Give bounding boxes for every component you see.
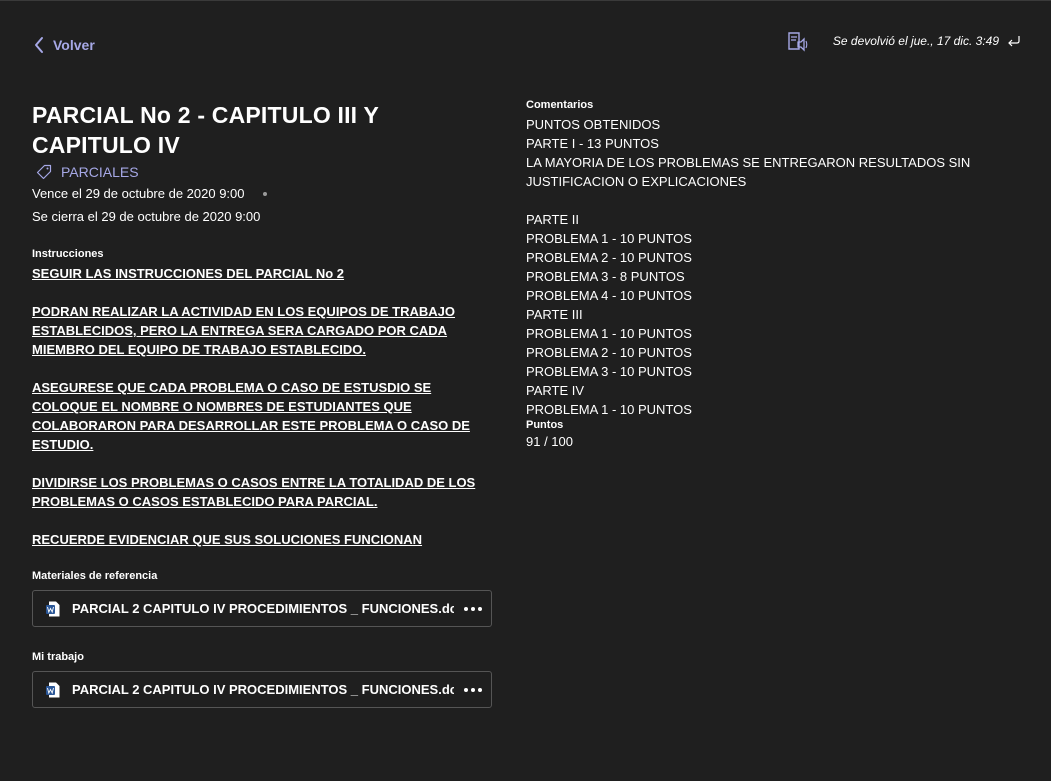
comment-line: PARTE III — [526, 307, 583, 322]
more-options-icon[interactable] — [464, 606, 482, 611]
close-date: Se cierra el 29 de octubre de 2020 9:00 — [32, 209, 261, 224]
word-doc-icon — [46, 682, 60, 697]
points-label: Puntos — [526, 419, 564, 431]
reference-materials-label: Materiales de referencia — [32, 570, 158, 582]
return-arrow-icon — [1008, 36, 1020, 47]
points-value: 91 / 100 — [526, 434, 573, 449]
category-tag: PARCIALES — [36, 164, 494, 180]
comment-line — [526, 191, 1006, 210]
comments-body: PUNTOS OBTENIDOS PARTE I - 13 PUNTOS LA … — [526, 115, 1006, 419]
comment-line: PARTE I - 13 PUNTOS — [526, 136, 659, 151]
separator-dot — [262, 191, 267, 196]
chevron-left-icon — [35, 37, 43, 53]
instructions-body: SEGUIR LAS INSTRUCCIONES DEL PARCIAL No … — [32, 264, 494, 549]
comment-line: PROBLEMA 4 - 10 PUNTOS — [526, 288, 692, 303]
comment-line: JUSTIFICACION O EXPLICACIONES — [526, 174, 747, 189]
category-label: PARCIALES — [61, 164, 139, 180]
instruction-paragraph: DIVIDIRSE LOS PROBLEMAS O CASOS ENTRE LA… — [32, 475, 476, 509]
header-actions: Se devolvió el jue., 17 dic. 3:49 — [786, 30, 1021, 52]
instruction-paragraph: PODRAN REALIZAR LA ACTIVIDAD EN LOS EQUI… — [32, 304, 456, 357]
due-date: Vence el 29 de octubre de 2020 9:00 — [32, 186, 245, 201]
comment-line: LA MAYORIA DE LOS PROBLEMAS SE ENTREGARO… — [526, 155, 971, 170]
reference-file-card[interactable]: PARCIAL 2 CAPITULO IV PROCEDIMIENTOS _ F… — [32, 590, 492, 627]
assignment-title: PARCIAL No 2 - CAPITULO III Y CAPITULO I… — [32, 102, 379, 158]
comment-line: PROBLEMA 2 - 10 PUNTOS — [526, 250, 692, 265]
comment-line: PROBLEMA 2 - 10 PUNTOS — [526, 345, 692, 360]
returned-status: Se devolvió el jue., 17 dic. 3:49 — [832, 34, 999, 48]
comment-line: PROBLEMA 1 - 10 PUNTOS — [526, 231, 692, 246]
my-work-file-name: PARCIAL 2 CAPITULO IV PROCEDIMIENTOS _ F… — [72, 682, 454, 697]
comment-line: PROBLEMA 3 - 10 PUNTOS — [526, 364, 692, 379]
comment-line: PROBLEMA 1 - 10 PUNTOS — [526, 326, 692, 341]
comment-line: PROBLEMA 3 - 8 PUNTOS — [526, 269, 685, 284]
tag-icon — [36, 164, 52, 180]
my-work-label: Mi trabajo — [32, 651, 84, 663]
word-doc-icon — [46, 601, 60, 616]
back-button[interactable]: Volver — [33, 36, 95, 54]
feedback-panel: Comentarios PUNTOS OBTENIDOS PARTE I - 1… — [526, 99, 1006, 449]
assignment-details: PARCIAL No 2 - CAPITULO III Y CAPITULO I… — [32, 100, 494, 708]
comment-line: PUNTOS OBTENIDOS — [526, 117, 661, 132]
due-date-row: Vence el 29 de octubre de 2020 9:00 — [32, 186, 494, 201]
more-options-icon[interactable] — [464, 687, 482, 692]
reference-file-name: PARCIAL 2 CAPITULO IV PROCEDIMIENTOS _ F… — [72, 601, 454, 616]
instruction-paragraph: ASEGURESE QUE CADA PROBLEMA O CASO DE ES… — [32, 380, 470, 452]
instructions-label: Instrucciones — [32, 248, 104, 260]
my-work-file-card[interactable]: PARCIAL 2 CAPITULO IV PROCEDIMIENTOS _ F… — [32, 671, 492, 708]
back-label: Volver — [53, 37, 95, 53]
comment-line: PARTE IV — [526, 383, 585, 398]
instruction-paragraph: SEGUIR LAS INSTRUCCIONES DEL PARCIAL No … — [32, 266, 345, 281]
comment-line: PARTE II — [526, 212, 579, 227]
immersive-reader-icon[interactable] — [786, 30, 808, 52]
comments-label: Comentarios — [526, 99, 594, 111]
comment-line: PROBLEMA 1 - 10 PUNTOS — [526, 402, 692, 417]
instruction-paragraph: RECUERDE EVIDENCIAR QUE SUS SOLUCIONES F… — [32, 532, 423, 547]
